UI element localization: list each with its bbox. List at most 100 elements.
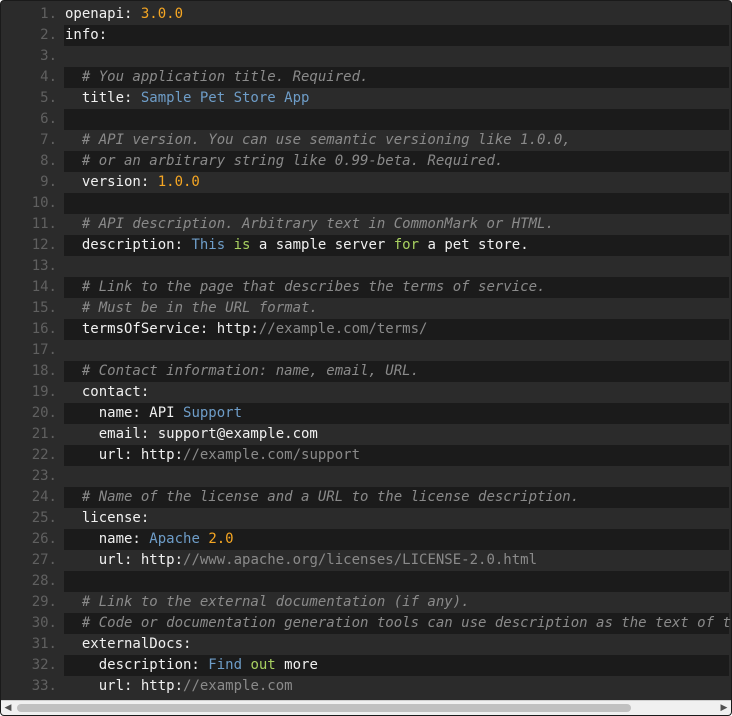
code-line[interactable]: 21. email: support@example.com <box>1 424 731 445</box>
line-number: 26. <box>31 531 57 547</box>
code-editor[interactable]: 1. openapi: 3.0.0 2. info: 3. 4. # You applic… <box>0 0 732 716</box>
code-line[interactable]: 4. # You application title. Required. <box>1 67 731 88</box>
code-line[interactable]: 26. name: Apache 2.0 <box>1 529 731 550</box>
code-text[interactable]: contact: <box>65 382 149 403</box>
code-text[interactable]: # API version. You can use semantic vers… <box>65 130 571 151</box>
code-token: # You application title. Required. <box>81 69 369 85</box>
code-line[interactable]: 7. # API version. You can use semantic v… <box>1 130 731 151</box>
code-line[interactable]: 32. description: Find out more <box>1 655 731 676</box>
code-line[interactable]: 20. name: API Support <box>1 403 731 424</box>
code-line[interactable]: 27. url: http://www.apache.org/licenses/… <box>1 550 731 571</box>
code-line[interactable]: 19. contact: <box>1 382 731 403</box>
code-text[interactable]: description: Find out more <box>65 655 318 676</box>
code-text[interactable]: openapi: 3.0.0 <box>65 4 183 25</box>
code-line[interactable]: 16. termsOfService: http://example.com/t… <box>1 319 731 340</box>
horizontal-scrollbar[interactable]: ◀ ▶ <box>1 700 731 715</box>
line-number: 20. <box>31 405 57 421</box>
code-line[interactable]: 23. <box>1 466 731 487</box>
code-text[interactable]: info: <box>65 25 107 46</box>
code-token: # Must be in the URL format. <box>81 300 318 316</box>
code-line[interactable]: 24. # Name of the license and a URL to t… <box>1 487 731 508</box>
code-text[interactable]: termsOfService: http://example.com/terms… <box>65 319 428 340</box>
code-token: a pet store. <box>419 237 529 253</box>
code-text[interactable]: email: support@example.com <box>65 424 318 445</box>
line-number: 33. <box>31 678 57 694</box>
code-line[interactable]: 8. # or an arbitrary string like 0.99-be… <box>1 151 731 172</box>
line-number: 9. <box>40 174 57 190</box>
line-number: 23. <box>31 468 57 484</box>
code-text[interactable]: version: 1.0.0 <box>65 172 200 193</box>
line-highlight-band <box>64 109 729 130</box>
code-line[interactable]: 29. # Link to the external documentation… <box>1 592 731 613</box>
code-line[interactable]: 33. url: http://example.com <box>1 676 731 697</box>
code-text[interactable]: # or an arbitrary string like 0.99-beta.… <box>65 151 503 172</box>
line-number: 15. <box>31 300 57 316</box>
line-number: 29. <box>31 594 57 610</box>
code-line[interactable]: 6. <box>1 109 731 130</box>
code-text[interactable]: # Name of the license and a URL to the l… <box>65 487 579 508</box>
code-token: termsOfService: http: <box>65 321 259 337</box>
line-number: 4. <box>40 69 57 85</box>
code-line[interactable]: 30. # Code or documentation generation t… <box>1 613 731 634</box>
code-line[interactable]: 10. <box>1 193 731 214</box>
code-text[interactable]: # Contact information: name, email, URL. <box>65 361 419 382</box>
scrollbar-thumb[interactable] <box>17 704 631 712</box>
code-text[interactable]: externalDocs: <box>65 634 192 655</box>
code-token: out <box>250 657 276 673</box>
code-token: 3.0.0 <box>140 6 184 22</box>
code-text[interactable]: url: http://example.com <box>65 676 293 697</box>
line-number: 12. <box>31 237 57 253</box>
code-line[interactable]: 22. url: http://example.com/support <box>1 445 731 466</box>
code-line[interactable]: 17. <box>1 340 731 361</box>
code-line[interactable]: 1. openapi: 3.0.0 <box>1 4 731 25</box>
line-highlight-band <box>64 193 729 214</box>
line-number: 6. <box>40 111 57 127</box>
code-text[interactable]: name: API Support <box>65 403 242 424</box>
code-token: # Link to the page that describes the te… <box>81 279 546 295</box>
code-line[interactable]: 15. # Must be in the URL format. <box>1 298 731 319</box>
code-line[interactable]: 9. version: 1.0.0 <box>1 172 731 193</box>
line-number: 11. <box>31 216 57 232</box>
code-text[interactable]: # Link to the external documentation (if… <box>65 592 470 613</box>
line-number: 24. <box>31 489 57 505</box>
code-text[interactable]: title: Sample Pet Store App <box>65 88 310 109</box>
code-token: externalDocs: <box>65 636 192 652</box>
line-number: 31. <box>31 636 57 652</box>
code-text[interactable]: url: http://example.com/support <box>65 445 360 466</box>
code-lines[interactable]: 1. openapi: 3.0.0 2. info: 3. 4. # You applic… <box>1 4 731 697</box>
code-token: a sample server <box>250 237 394 253</box>
code-line[interactable]: 28. <box>1 571 731 592</box>
code-line[interactable]: 2. info: <box>1 25 731 46</box>
code-text[interactable]: # API description. Arbitrary text in Com… <box>65 214 554 235</box>
code-text[interactable]: # Code or documentation generation tools… <box>65 613 731 634</box>
code-text[interactable]: name: Apache 2.0 <box>65 529 234 550</box>
code-line[interactable]: 5. title: Sample Pet Store App <box>1 88 731 109</box>
code-line[interactable]: 13. <box>1 256 731 277</box>
code-line[interactable]: 3. <box>1 46 731 67</box>
line-number: 5. <box>40 90 57 106</box>
code-text[interactable]: license: <box>65 508 149 529</box>
code-text[interactable]: description: This is a sample server for… <box>65 235 529 256</box>
code-line[interactable]: 12. description: This is a sample server… <box>1 235 731 256</box>
code-text[interactable]: # Link to the page that describes the te… <box>65 277 546 298</box>
code-line[interactable]: 25. license: <box>1 508 731 529</box>
code-line[interactable]: 31. externalDocs: <box>1 634 731 655</box>
code-line[interactable]: 14. # Link to the page that describes th… <box>1 277 731 298</box>
code-token: //example.com/terms/ <box>258 321 428 337</box>
scroll-right-arrow-icon[interactable]: ▶ <box>717 701 731 715</box>
code-text[interactable]: # Must be in the URL format. <box>65 298 318 319</box>
code-token: title: <box>65 90 141 106</box>
code-text[interactable]: # You application title. Required. <box>65 67 369 88</box>
code-token: url: http: <box>65 447 184 463</box>
scroll-left-arrow-icon[interactable]: ◀ <box>1 701 15 715</box>
code-token: 2.0 <box>208 531 234 547</box>
code-token: Support <box>183 405 243 421</box>
code-line[interactable]: 18. # Contact information: name, email, … <box>1 361 731 382</box>
line-number: 25. <box>31 510 57 526</box>
code-line[interactable]: 11. # API description. Arbitrary text in… <box>1 214 731 235</box>
line-number: 1. <box>40 6 57 22</box>
code-text[interactable]: url: http://www.apache.org/licenses/LICE… <box>65 550 537 571</box>
